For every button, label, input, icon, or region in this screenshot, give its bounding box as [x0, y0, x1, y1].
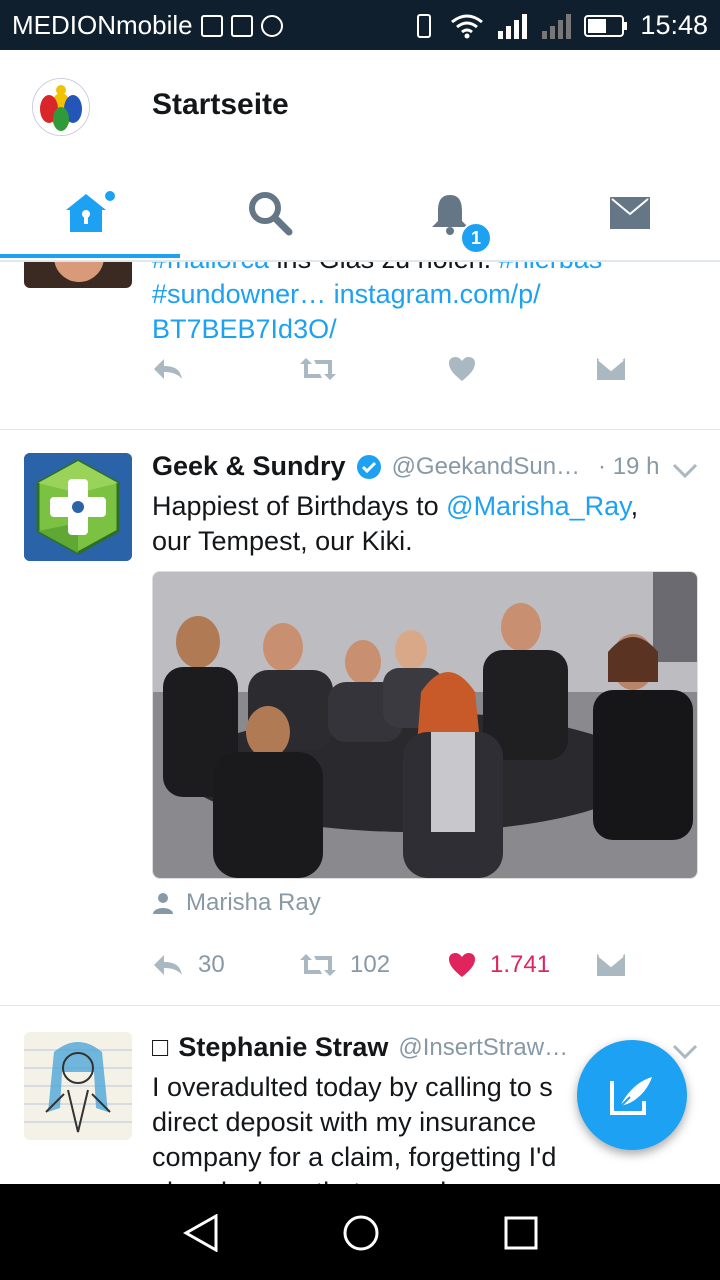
- hashtag-link[interactable]: #mallorca: [152, 262, 269, 274]
- system-nav-bar: [0, 1184, 720, 1280]
- tweet-text-segment: ,: [630, 491, 639, 521]
- tweet-avatar[interactable]: [24, 1032, 132, 1140]
- home-circle-icon[interactable]: [342, 1214, 380, 1252]
- direct-message-button[interactable]: [596, 357, 626, 381]
- hashtag-link[interactable]: #hierbas: [499, 262, 603, 274]
- direct-message-button[interactable]: [596, 953, 626, 977]
- reply-button[interactable]: 30: [152, 951, 300, 979]
- retweet-icon: [300, 954, 336, 976]
- home-icon: [66, 191, 115, 232]
- search-icon: [249, 192, 293, 236]
- tweet-text: Happiest of Birthdays to @Marisha_Ray, o…: [152, 489, 638, 559]
- person-icon: [153, 893, 173, 914]
- tagged-user-name: Marisha Ray: [186, 889, 321, 916]
- vibrate-icon: [417, 13, 432, 38]
- carrier-label: MEDIONmobile: [12, 10, 193, 40]
- tweet-actions: 30 102 1.741: [152, 951, 626, 979]
- author-name[interactable]: Stephanie Straw: [178, 1032, 388, 1063]
- url-link[interactable]: … instagram.com/p/: [299, 279, 541, 309]
- tweet-text-line: I overadulted today by calling to s: [152, 1072, 553, 1102]
- tweet-text-segment: ins Glas zu holen.: [269, 262, 499, 274]
- heart-icon: [449, 357, 475, 381]
- tweet-text-segment: Happiest of Birthdays to: [152, 491, 447, 521]
- author-handle[interactable]: @GeekandSun…: [392, 453, 580, 481]
- reply-icon: [154, 955, 182, 975]
- tab-notifications[interactable]: [360, 168, 540, 258]
- like-button[interactable]: [448, 356, 596, 382]
- retweet-count: 102: [350, 951, 391, 978]
- retweet-button[interactable]: [300, 356, 448, 382]
- clock: 15:48: [640, 10, 708, 40]
- tweet-partial[interactable]: #mallorca ins Glas zu holen. #hierbas #s…: [0, 262, 720, 430]
- tagged-users[interactable]: Marisha Ray: [152, 889, 321, 917]
- tweet-text-line: direct deposit with my insurance: [152, 1107, 537, 1137]
- battery-icon: [584, 14, 628, 37]
- wifi-icon: [451, 14, 484, 38]
- retweet-button[interactable]: 102: [300, 951, 448, 979]
- status-bar: MEDIONmobile 15:48: [0, 0, 720, 50]
- signal-2-icon: [542, 13, 572, 39]
- tweet-avatar[interactable]: [24, 262, 132, 288]
- reply-button[interactable]: [152, 357, 300, 381]
- chevron-down-icon[interactable]: [672, 1044, 698, 1060]
- like-count: 1.741: [490, 951, 551, 978]
- envelope-icon: [610, 197, 650, 229]
- like-button[interactable]: 1.741: [448, 951, 596, 979]
- tab-messages[interactable]: [540, 168, 720, 258]
- url-link[interactable]: BT7BEB7Id3O/: [152, 314, 337, 344]
- tweet-text: #mallorca ins Glas zu holen. #hierbas #s…: [152, 262, 602, 347]
- author-handle[interactable]: @InsertStraw…: [398, 1034, 568, 1062]
- tab-search[interactable]: [180, 168, 360, 258]
- envelope-icon: [597, 954, 625, 976]
- retweet-icon: [300, 358, 336, 380]
- profile-avatar[interactable]: [32, 78, 90, 136]
- verified-icon: [356, 454, 381, 479]
- author-name[interactable]: Geek & Sundry: [152, 451, 346, 482]
- tweet-avatar[interactable]: [24, 453, 132, 561]
- reply-count: 30: [198, 951, 225, 978]
- tweet-text: I overadulted today by calling to s dire…: [152, 1070, 556, 1184]
- tab-home[interactable]: [0, 168, 180, 258]
- tweet-time: · 19 h: [598, 452, 660, 480]
- tweet-photo[interactable]: [152, 571, 698, 879]
- tweet-text-line: already done that a week ago.: [152, 1175, 556, 1184]
- tab-bar: [0, 168, 720, 258]
- mention-link[interactable]: @Marisha_Ray: [446, 491, 630, 521]
- notification-icon: [200, 14, 223, 37]
- tweet-text-line: company for a claim, forgetting I'd: [152, 1142, 557, 1172]
- back-icon[interactable]: [183, 1214, 219, 1252]
- group-photo-image: [153, 572, 697, 878]
- active-tab-indicator: [0, 254, 180, 258]
- signal-icon: [498, 13, 528, 39]
- notification-badge: 1: [460, 222, 492, 254]
- drawing-avatar-image: [24, 1042, 132, 1133]
- app-header: Startseite 1: [0, 50, 720, 262]
- page-title: Startseite: [152, 88, 289, 121]
- compose-tweet-button[interactable]: [577, 1040, 687, 1150]
- tweet-text-line: our Tempest, our Kiki.: [152, 526, 413, 556]
- tweet-actions: [152, 356, 626, 382]
- alert-icon: [230, 14, 253, 37]
- chevron-down-icon[interactable]: [672, 463, 698, 479]
- compose-quill-icon: [610, 1077, 652, 1115]
- name-emoji: □: [152, 1032, 169, 1062]
- geek-sundry-logo: [24, 453, 132, 561]
- heart-icon: [449, 953, 475, 977]
- envelope-icon: [597, 358, 625, 380]
- reply-icon: [154, 359, 182, 379]
- tweet-header: □ Stephanie Straw @InsertStraw…: [152, 1032, 568, 1063]
- tweet-geek-sundry[interactable]: Geek & Sundry @GeekandSun… · 19 h Happie…: [0, 429, 720, 1006]
- whatsapp-icon: [260, 14, 283, 37]
- hashtag-link[interactable]: #sundowner: [152, 279, 299, 309]
- recents-icon[interactable]: [504, 1216, 538, 1250]
- tweet-header: Geek & Sundry @GeekandSun… · 19 h: [152, 451, 659, 482]
